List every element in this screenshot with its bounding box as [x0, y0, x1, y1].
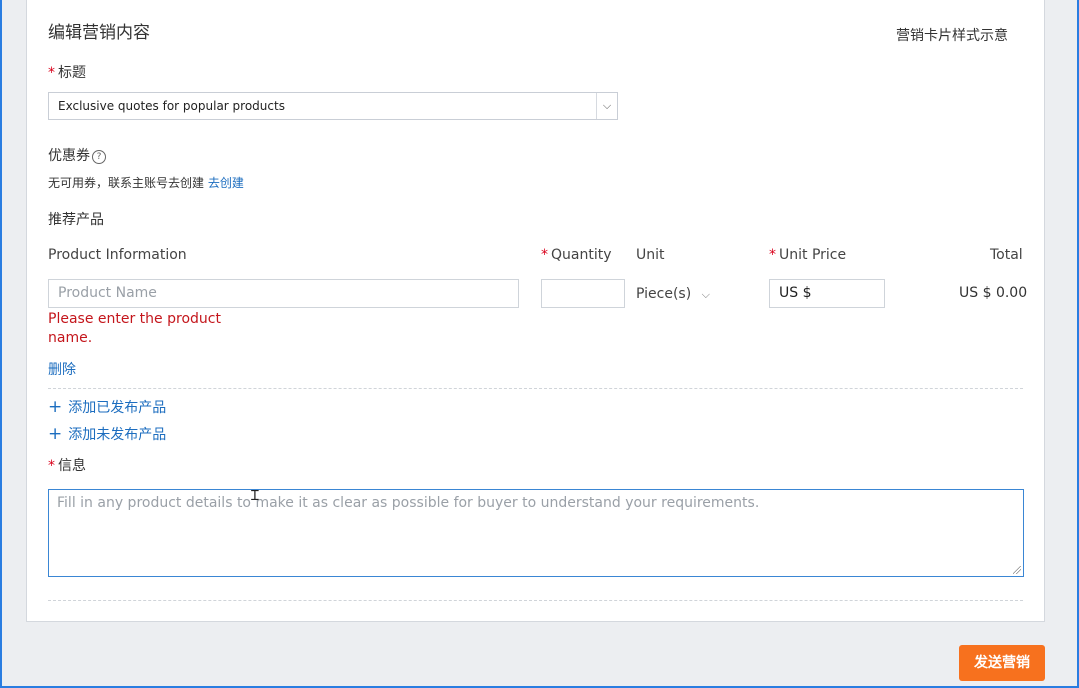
- create-coupon-link[interactable]: 去创建: [208, 176, 244, 190]
- header-unit-price-text: Unit Price: [779, 247, 847, 263]
- message-textarea[interactable]: Fill in any product details to make it a…: [48, 489, 1024, 577]
- title-label-text: 标题: [58, 65, 86, 81]
- product-name-error: Please enter the product name.: [48, 311, 221, 346]
- add-published-label: 添加已发布产品: [68, 400, 167, 416]
- quantity-input[interactable]: [541, 279, 625, 308]
- add-published-product-button[interactable]: + 添加已发布产品: [48, 397, 166, 417]
- header-product-information: Product Information: [48, 247, 187, 263]
- message-field-label: * 信息: [48, 455, 86, 475]
- message-label-text: 信息: [58, 458, 86, 474]
- required-mark: *: [769, 247, 776, 263]
- title-select[interactable]: Exclusive quotes for popular products ⌵: [48, 92, 618, 120]
- plus-icon: +: [48, 424, 63, 444]
- header-quantity: * Quantity: [541, 247, 612, 263]
- products-label: 推荐产品: [48, 212, 104, 228]
- message-placeholder: Fill in any product details to make it a…: [57, 495, 760, 511]
- header-unit-price: * Unit Price: [769, 247, 846, 263]
- header-quantity-text: Quantity: [551, 247, 612, 263]
- coupon-message: 无可用券，联系主账号去创建 去创建: [48, 174, 244, 191]
- send-marketing-button[interactable]: 发送营销: [959, 645, 1045, 681]
- add-unpublished-label: 添加未发布产品: [68, 427, 167, 443]
- add-unpublished-product-button[interactable]: + 添加未发布产品: [48, 424, 166, 444]
- product-name-placeholder: Product Name: [58, 285, 157, 301]
- help-icon[interactable]: ?: [92, 150, 106, 164]
- row-total: US $ 0.00: [959, 285, 1028, 301]
- card-style-preview-link[interactable]: 营销卡片样式示意: [896, 25, 1008, 45]
- header-unit: Unit: [636, 247, 665, 263]
- header-total: Total: [990, 247, 1023, 263]
- section-title: 编辑营销内容: [48, 23, 150, 43]
- coupon-label: 优惠券?: [48, 145, 106, 165]
- delete-product-link[interactable]: 删除: [48, 359, 76, 379]
- divider: [48, 600, 1023, 601]
- title-field-label: * 标题: [48, 62, 86, 82]
- title-select-value: Exclusive quotes for popular products: [58, 99, 285, 113]
- resize-handle-icon[interactable]: [1013, 566, 1021, 574]
- marketing-edit-card: 编辑营销内容 营销卡片样式示意 * 标题 Exclusive quotes for…: [26, 0, 1045, 622]
- unit-select[interactable]: Piece(s) ⌵: [636, 286, 710, 302]
- chevron-down-icon[interactable]: ⌵: [596, 93, 617, 119]
- unit-select-value: Piece(s): [636, 286, 692, 302]
- text-cursor-icon: Ɪ: [251, 488, 259, 504]
- required-mark: *: [541, 247, 548, 263]
- coupon-message-text: 无可用券，联系主账号去创建: [48, 176, 205, 190]
- divider: [48, 388, 1023, 389]
- chevron-down-icon[interactable]: ⌵: [702, 288, 710, 301]
- required-mark: *: [48, 65, 55, 81]
- unit-price-input[interactable]: US $: [769, 279, 885, 308]
- required-mark: *: [48, 458, 55, 474]
- plus-icon: +: [48, 397, 63, 417]
- coupon-label-text: 优惠券: [48, 148, 90, 164]
- product-name-input[interactable]: Product Name: [48, 279, 519, 308]
